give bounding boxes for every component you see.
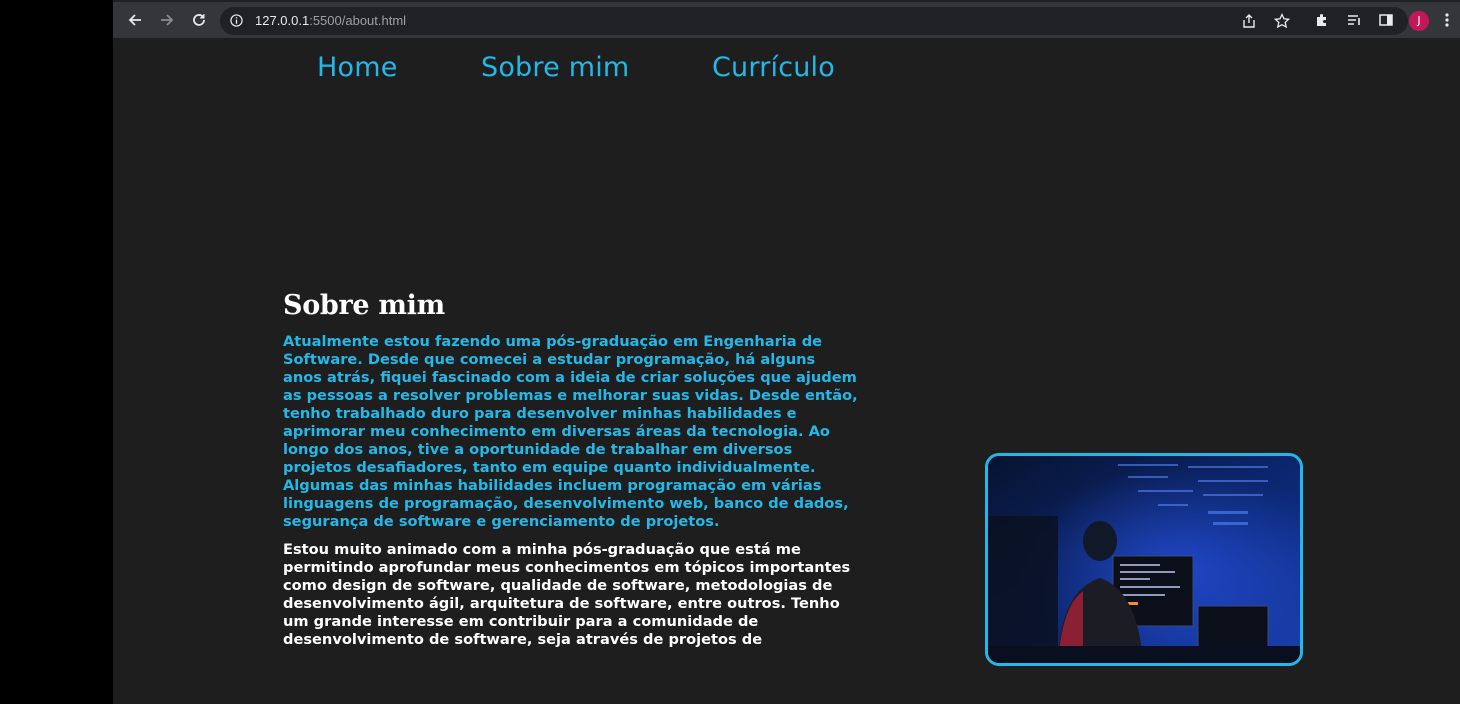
share-icon[interactable]	[1235, 9, 1263, 33]
reading-list-icon[interactable]	[1340, 8, 1368, 32]
address-bar[interactable]: 127.0.0.1:5500/about.html	[220, 7, 1408, 35]
web-page: Home Sobre mim Currículo Sobre mim Atual…	[113, 38, 1460, 704]
bookmark-star-icon[interactable]	[1268, 9, 1296, 33]
browser-toolbar: 127.0.0.1:5500/about.html J	[113, 0, 1460, 38]
back-icon[interactable]	[121, 8, 149, 32]
programmer-photo	[985, 453, 1303, 666]
nav-home-link[interactable]: Home	[317, 52, 398, 83]
nav-curriculo-link[interactable]: Currículo	[712, 52, 835, 83]
url-text: 127.0.0.1:5500/about.html	[255, 13, 407, 28]
menu-kebab-icon[interactable]	[1438, 8, 1456, 32]
side-panel-icon[interactable]	[1372, 8, 1400, 32]
reload-icon[interactable]	[185, 8, 213, 32]
forward-icon[interactable]	[153, 8, 181, 32]
second-paragraph: Estou muito animado com a minha pós-grad…	[283, 541, 851, 648]
site-info-icon[interactable]	[230, 14, 243, 32]
intro-paragraph: Atualmente estou fazendo uma pós-graduaç…	[283, 333, 858, 530]
desktop-background	[0, 0, 113, 704]
extensions-puzzle-icon[interactable]	[1308, 8, 1336, 32]
section-title: Sobre mim	[283, 290, 445, 321]
browser-window: 127.0.0.1:5500/about.html J Home Sobre m…	[113, 0, 1460, 704]
nav-sobre-mim-link[interactable]: Sobre mim	[481, 52, 629, 83]
profile-avatar[interactable]: J	[1409, 11, 1429, 31]
about-section: Sobre mim Atualmente estou fazendo uma p…	[283, 290, 858, 649]
site-nav: Home Sobre mim Currículo	[113, 52, 1460, 88]
